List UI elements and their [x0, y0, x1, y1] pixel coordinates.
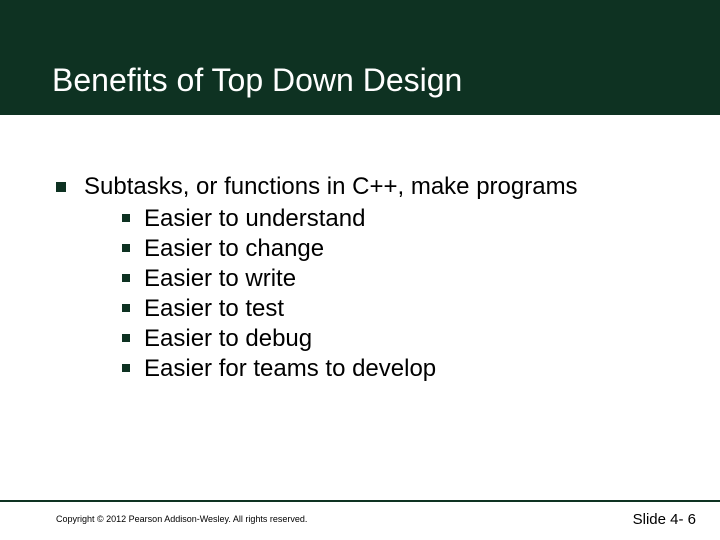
square-bullet-icon [56, 182, 66, 192]
content-area: Subtasks, or functions in C++, make prog… [56, 172, 690, 384]
title-underline [0, 113, 720, 115]
sub-bullet-list: Easier to understand Easier to change Ea… [122, 204, 690, 383]
bullet-level2: Easier for teams to develop [122, 354, 690, 383]
bullet-level2: Easier to change [122, 234, 690, 263]
bullet-level1: Subtasks, or functions in C++, make prog… [56, 172, 690, 202]
bullet-level2: Easier to test [122, 294, 690, 323]
bullet-text: Easier to test [144, 294, 284, 323]
bullet-level2: Easier to write [122, 264, 690, 293]
square-bullet-icon [122, 274, 130, 282]
square-bullet-icon [122, 244, 130, 252]
bullet-level2: Easier to understand [122, 204, 690, 233]
square-bullet-icon [122, 334, 130, 342]
bullet-text: Easier to understand [144, 204, 365, 233]
footer-divider [0, 500, 720, 502]
bullet-text: Subtasks, or functions in C++, make prog… [84, 172, 578, 202]
bullet-level2: Easier to debug [122, 324, 690, 353]
bullet-text: Easier to change [144, 234, 324, 263]
slide-title: Benefits of Top Down Design [52, 62, 462, 99]
bullet-text: Easier for teams to develop [144, 354, 436, 383]
slide-number: Slide 4- 6 [633, 511, 696, 528]
copyright-text: Copyright © 2012 Pearson Addison-Wesley.… [56, 514, 307, 524]
square-bullet-icon [122, 214, 130, 222]
square-bullet-icon [122, 304, 130, 312]
square-bullet-icon [122, 364, 130, 372]
bullet-text: Easier to debug [144, 324, 312, 353]
bullet-text: Easier to write [144, 264, 296, 293]
